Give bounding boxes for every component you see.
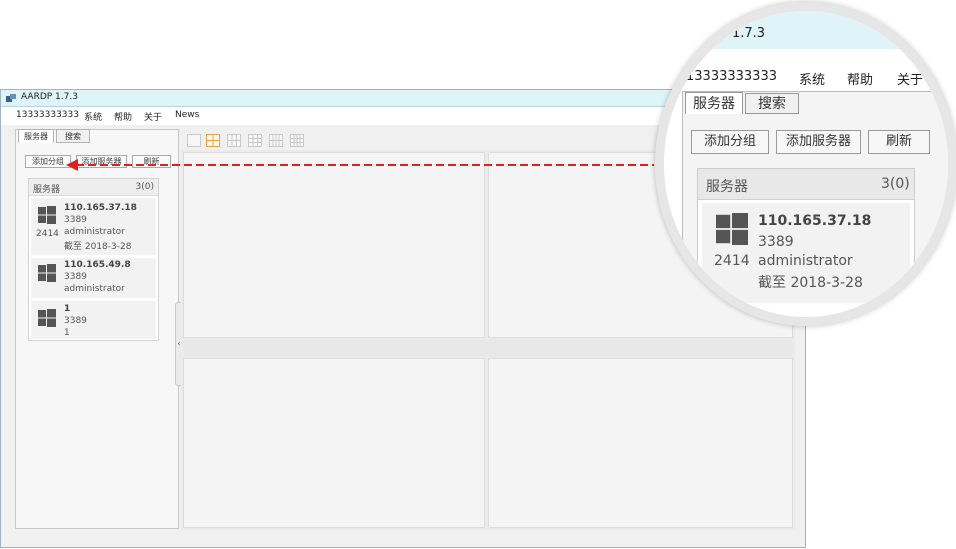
server-group: 服务器 3(0) 2414 110.165.37.18 3389 adminis… <box>28 178 159 341</box>
layout-4x4-icon[interactable] <box>290 134 304 147</box>
group-count: 3(0) <box>135 182 154 192</box>
lens-server-ip: 110.165.37.18 <box>758 213 872 229</box>
lens-refresh-button: 刷新 <box>868 130 930 154</box>
server-expiry: 截至 2018-3-28 <box>64 242 132 252</box>
add-group-button[interactable]: 添加分组 <box>25 155 71 168</box>
lens-server-user: administrator <box>758 253 853 269</box>
lens-menu-system: 系统 <box>799 73 826 88</box>
session-cell[interactable] <box>183 358 485 528</box>
magnifier-lens: DP 1.7.3 13333333333 系统 帮助 关于 服务器 搜索 添加分… <box>655 2 956 326</box>
layout-4x3-icon[interactable] <box>269 134 283 147</box>
window-title: AARDP 1.7.3 <box>21 92 78 102</box>
lens-panel: 服务器 搜索 添加分组 添加服务器 刷新 服务器 3(0) 2414 110.1… <box>682 91 948 317</box>
windows-icon <box>38 264 56 282</box>
menu-help[interactable]: 帮助 <box>114 110 132 123</box>
lens-menu-help: 帮助 <box>847 73 874 88</box>
grid-divider <box>183 340 793 356</box>
lens-menu-about: 关于 <box>897 73 924 88</box>
server-port: 3389 <box>64 215 87 225</box>
lens-server-port: 3389 <box>758 234 794 250</box>
windows-icon <box>38 206 56 224</box>
server-user: administrator <box>64 227 125 237</box>
lens-add-server-button: 添加服务器 <box>776 130 861 154</box>
lens-content: DP 1.7.3 13333333333 系统 帮助 关于 服务器 搜索 添加分… <box>664 11 948 317</box>
menu-system[interactable]: 系统 <box>84 110 102 123</box>
windows-icon <box>38 309 56 327</box>
layout-single-icon[interactable] <box>187 134 201 147</box>
tab-search[interactable]: 搜索 <box>56 129 90 143</box>
lens-group: 服务器 3(0) 2414 110.165.37.18 3389 adminis… <box>697 168 915 317</box>
server-item[interactable]: 110.165.49.8 3389 administrator <box>31 258 156 298</box>
lens-titlebar: DP 1.7.3 <box>664 11 948 49</box>
server-panel: 服务器 搜索 添加分组 添加服务器 刷新 服务器 3(0) 2414 110.1… <box>15 129 179 529</box>
group-name: 服务器 <box>33 185 61 195</box>
lens-windows-icon <box>716 213 748 245</box>
lens-group-header: 服务器 3(0) <box>698 169 914 200</box>
lens-tab-search: 搜索 <box>745 93 799 114</box>
lens-tab-servers: 服务器 <box>685 92 743 114</box>
group-header[interactable]: 服务器 3(0) <box>29 179 158 196</box>
lens-menu-account: 13333333333 <box>686 69 777 84</box>
callout-arrow <box>66 159 654 171</box>
server-ip: 1 <box>64 304 71 314</box>
session-cell[interactable] <box>183 152 485 338</box>
server-item[interactable]: 1 3389 1 <box>31 301 156 339</box>
menu-account[interactable]: 13333333333 <box>16 110 79 120</box>
session-cell[interactable] <box>488 358 793 528</box>
menu-about[interactable]: 关于 <box>144 110 162 123</box>
lens-add-group-button: 添加分组 <box>691 130 769 154</box>
lens-group-name: 服务器 <box>706 179 748 195</box>
lens-group-count: 3(0) <box>881 176 910 192</box>
layout-2x2-icon[interactable] <box>206 134 220 147</box>
layout-3x2-icon[interactable] <box>227 134 241 147</box>
lens-server-expiry: 截至 2018-3-28 <box>758 275 863 291</box>
server-ip: 110.165.37.18 <box>64 203 137 213</box>
server-ip: 110.165.49.8 <box>64 260 131 270</box>
menu-news[interactable]: News <box>175 110 199 120</box>
server-port: 3389 <box>64 316 87 326</box>
lens-server-item: 2414 110.165.37.18 3389 administrator 截至… <box>702 203 910 303</box>
server-side-label: 2414 <box>36 229 59 239</box>
lens-server-side-label: 2414 <box>714 253 750 269</box>
server-user: administrator <box>64 284 125 294</box>
server-item[interactable]: 2414 110.165.37.18 3389 administrator 截至… <box>31 198 156 255</box>
tab-servers[interactable]: 服务器 <box>18 129 54 143</box>
lens-title: DP 1.7.3 <box>710 26 766 41</box>
server-user: 1 <box>64 328 70 338</box>
server-port: 3389 <box>64 272 87 282</box>
layout-3x3-icon[interactable] <box>248 134 262 147</box>
app-icon <box>6 94 16 102</box>
